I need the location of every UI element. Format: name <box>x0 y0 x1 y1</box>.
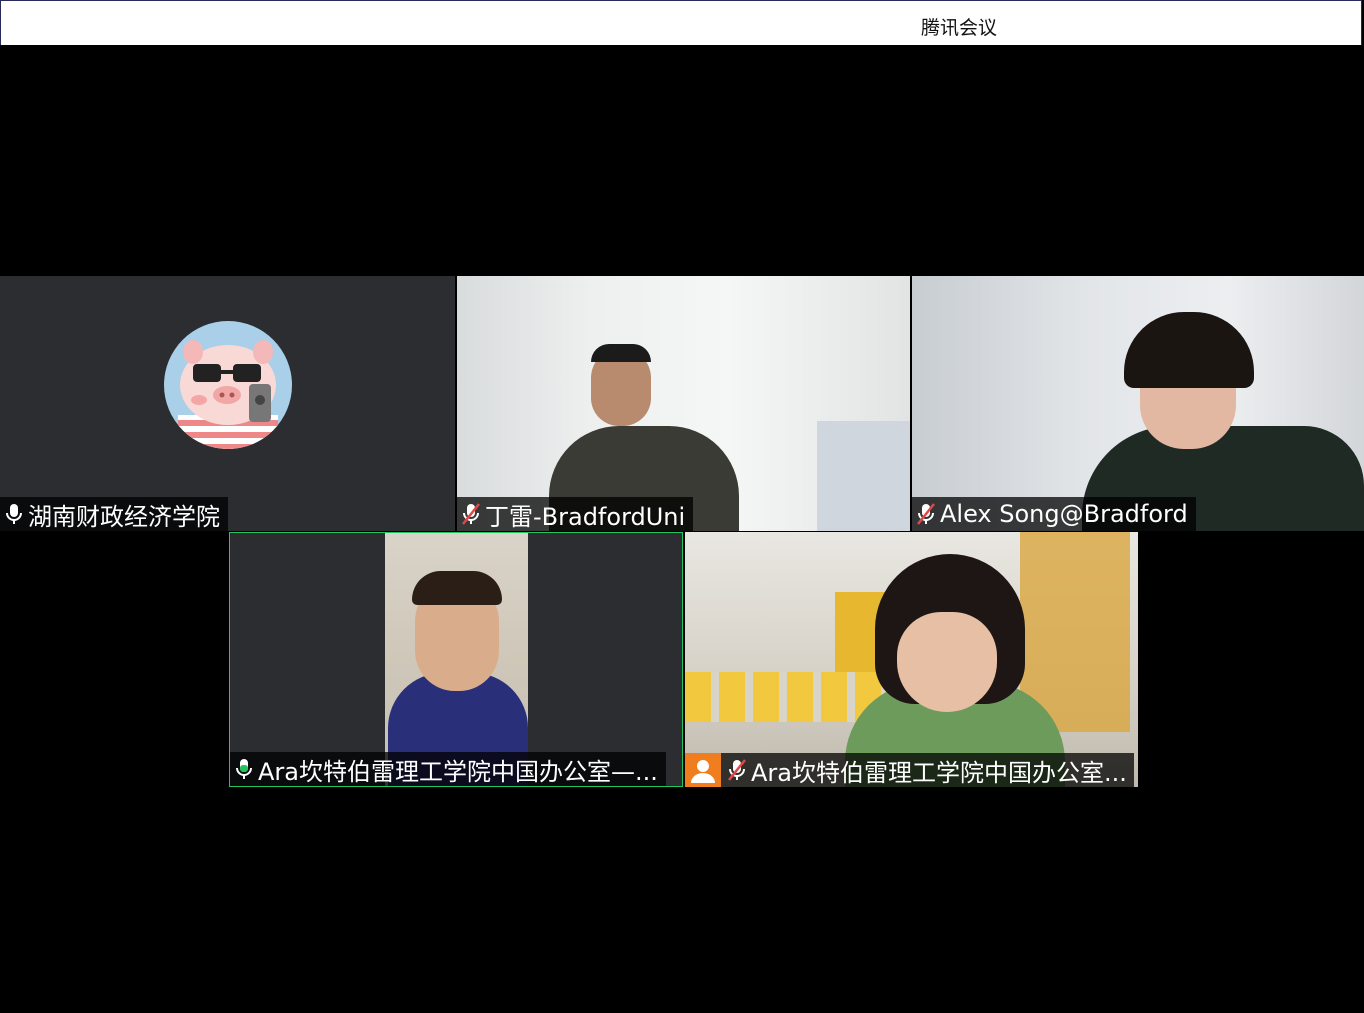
video-hair <box>412 571 502 605</box>
avatar <box>164 321 292 449</box>
video-hair <box>591 344 651 362</box>
participant-tile-2[interactable]: 丁雷-BradfordUni <box>457 276 910 531</box>
participant-name: Ara坎特伯雷理工学院中国办公室... <box>751 758 1127 787</box>
window-titlebar: 腾讯会议 <box>0 0 1362 45</box>
participant-tile-1[interactable]: 湖南财政经济学院 <box>0 276 455 531</box>
video-head <box>897 612 997 712</box>
participant-name-bar: Ara坎特伯雷理工学院中国办公室... <box>685 753 1134 787</box>
participant-name-bar: Alex Song@Bradford <box>912 497 1196 531</box>
video-gallery: 湖南财政经济学院 丁雷-BradfordUni Alex Song@Bradfo… <box>0 45 1364 1013</box>
participant-name: 湖南财政经济学院 <box>28 502 220 531</box>
host-user-icon <box>685 753 721 787</box>
app-title: 腾讯会议 <box>921 17 998 39</box>
participant-tile-4[interactable]: Ara坎特伯雷理工学院中国办公室—... <box>229 532 683 787</box>
participant-name: 丁雷-BradfordUni <box>485 502 686 531</box>
microphone-icon <box>6 504 22 524</box>
participant-name: Ara坎特伯雷理工学院中国办公室—... <box>258 757 658 786</box>
participant-name-bar: 丁雷-BradfordUni <box>457 497 694 531</box>
participant-name: Alex Song@Bradford <box>940 500 1188 528</box>
microphone-speaking-icon <box>236 759 252 779</box>
microphone-muted-icon <box>728 759 746 781</box>
participant-tile-5[interactable]: Ara坎特伯雷理工学院中国办公室... <box>685 532 1138 787</box>
video-shelf <box>817 421 910 531</box>
video-chairs <box>685 672 885 722</box>
participant-name-bar: 湖南财政经济学院 <box>0 497 228 531</box>
participant-name-bar: Ara坎特伯雷理工学院中国办公室—... <box>230 752 666 786</box>
microphone-muted-icon <box>917 503 935 525</box>
participant-tile-3[interactable]: Alex Song@Bradford <box>912 276 1364 531</box>
microphone-muted-icon <box>462 503 480 525</box>
